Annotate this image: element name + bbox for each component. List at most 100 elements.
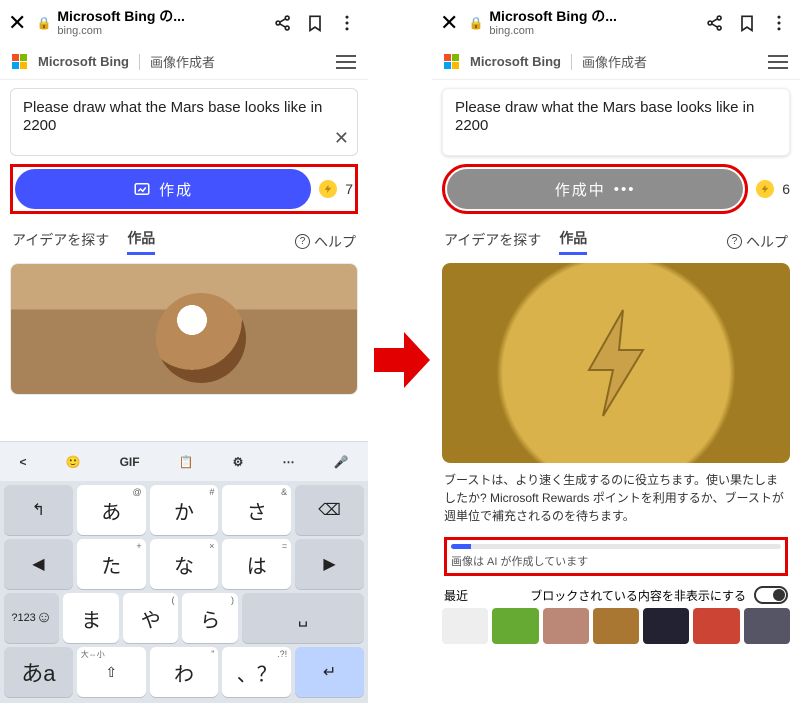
lock-icon: 🔒: [36, 16, 51, 30]
page-title: Microsoft Bing の...: [57, 9, 185, 24]
kb-tool-sticker-icon[interactable]: 🙂: [66, 455, 81, 469]
help-icon: ?: [295, 234, 310, 249]
brand-label: Microsoft Bing: [38, 54, 129, 69]
browser-chrome: ✕ 🔒 Microsoft Bing の... bing.com: [432, 0, 800, 44]
thumb[interactable]: [492, 608, 538, 644]
more-icon[interactable]: [768, 13, 790, 33]
tabs: アイデアを探す 作品 ? ヘルプ: [444, 228, 788, 255]
prompt-input[interactable]: Please draw what the Mars base looks lik…: [442, 88, 790, 156]
key[interactable]: ら): [182, 593, 237, 643]
thumb[interactable]: [442, 608, 488, 644]
bookmark-icon[interactable]: [736, 13, 758, 33]
progress-label: 画像は AI が作成しています: [451, 553, 781, 569]
address-bar[interactable]: 🔒 Microsoft Bing の... bing.com: [468, 9, 694, 36]
tab-explore[interactable]: アイデアを探す: [444, 230, 541, 254]
microsoft-logo-icon: [444, 54, 460, 70]
screenshot-after: ✕ 🔒 Microsoft Bing の... bing.com Microso…: [432, 0, 800, 703]
bing-header: Microsoft Bing 画像作成者: [0, 44, 368, 80]
page-domain: bing.com: [489, 25, 617, 37]
prompt-text: Please draw what the Mars base looks lik…: [23, 99, 322, 134]
help-label: ヘルプ: [746, 232, 788, 252]
thumb[interactable]: [543, 608, 589, 644]
product-label: 画像作成者: [582, 52, 647, 71]
thumb[interactable]: [744, 608, 790, 644]
create-label: 作成: [159, 179, 193, 200]
boost-count: 7: [345, 181, 353, 197]
key[interactable]: な×: [150, 539, 219, 589]
tab-explore[interactable]: アイデアを探す: [12, 230, 109, 254]
main-content: Please draw what the Mars base looks lik…: [0, 80, 368, 441]
loading-dots-icon: •••: [614, 181, 636, 198]
soft-keyboard: ↰あ@か#さ&⌫ ◀た+な×は=▶ ?123 ☺まや(ら)␣ あa⇧大⇔小わ"、？.?…: [0, 481, 368, 703]
recent-toggle-label: ブロックされている内容を非表示にする: [530, 587, 746, 604]
microsoft-logo-icon: [12, 54, 28, 70]
address-bar[interactable]: 🔒 Microsoft Bing の... bing.com: [36, 9, 262, 36]
kb-tool-settings-icon[interactable]: ⚙: [233, 455, 244, 469]
key[interactable]: ↰: [4, 485, 73, 535]
sample-image-card[interactable]: [10, 263, 358, 395]
key[interactable]: ま: [63, 593, 118, 643]
key[interactable]: ◀: [4, 539, 73, 589]
image-create-icon: [133, 180, 151, 198]
key[interactable]: か#: [150, 485, 219, 535]
thumb[interactable]: [693, 608, 739, 644]
prompt-input[interactable]: Please draw what the Mars base looks lik…: [10, 88, 358, 156]
key[interactable]: あa: [4, 647, 73, 697]
keyboard-toolbar: < 🙂 GIF 📋 ⚙ ⋯ 🎤: [0, 441, 368, 481]
key[interactable]: や(: [123, 593, 178, 643]
help-link[interactable]: ? ヘルプ: [727, 232, 788, 252]
lightning-bolt-icon: [581, 308, 651, 418]
key[interactable]: 、？.?!: [222, 647, 291, 697]
key[interactable]: ?123 ☺: [4, 593, 59, 643]
progress-block: 画像は AI が作成しています: [444, 537, 788, 576]
boost-coin-icon: [319, 180, 337, 198]
help-label: ヘルプ: [314, 232, 356, 252]
thumb[interactable]: [593, 608, 639, 644]
share-icon[interactable]: [272, 13, 294, 33]
key[interactable]: ⌫: [295, 485, 364, 535]
key[interactable]: ␣: [242, 593, 364, 643]
share-icon[interactable]: [704, 13, 726, 33]
key[interactable]: あ@: [77, 485, 146, 535]
product-label: 画像作成者: [150, 52, 215, 71]
creating-label: 作成中: [555, 179, 606, 200]
divider: [571, 54, 572, 70]
bookmark-icon[interactable]: [304, 13, 326, 33]
prompt-text: Please draw what the Mars base looks lik…: [455, 99, 754, 134]
key[interactable]: ⇧大⇔小: [77, 647, 146, 697]
tab-works[interactable]: 作品: [127, 228, 155, 255]
kb-tool-clipboard-icon[interactable]: 📋: [179, 455, 194, 469]
create-row: 作成 7: [10, 164, 358, 214]
hamburger-icon[interactable]: [768, 55, 788, 69]
recent-thumbnails: [442, 608, 790, 644]
close-tab-icon[interactable]: ✕: [440, 12, 458, 34]
key[interactable]: さ&: [222, 485, 291, 535]
bing-header: Microsoft Bing 画像作成者: [432, 44, 800, 80]
boost-promo-image: [442, 263, 790, 463]
kb-tool-mic-icon[interactable]: 🎤: [333, 455, 348, 469]
hide-blocked-toggle[interactable]: [754, 586, 788, 604]
key[interactable]: ▶: [295, 539, 364, 589]
kb-tool-collapse-icon[interactable]: <: [20, 455, 27, 469]
key[interactable]: た+: [77, 539, 146, 589]
page-domain: bing.com: [57, 25, 185, 37]
create-button[interactable]: 作成: [15, 169, 311, 209]
recent-row: 最近 ブロックされている内容を非表示にする: [444, 586, 788, 604]
boost-promo-card[interactable]: [442, 263, 790, 463]
key[interactable]: は=: [222, 539, 291, 589]
kb-tool-gif[interactable]: GIF: [120, 455, 140, 469]
help-link[interactable]: ? ヘルプ: [295, 232, 356, 252]
close-tab-icon[interactable]: ✕: [8, 12, 26, 34]
key[interactable]: ↵: [295, 647, 364, 697]
key[interactable]: わ": [150, 647, 219, 697]
help-icon: ?: [727, 234, 742, 249]
kb-tool-more-icon[interactable]: ⋯: [282, 455, 294, 469]
thumb[interactable]: [643, 608, 689, 644]
more-icon[interactable]: [336, 13, 358, 33]
tab-works[interactable]: 作品: [559, 228, 587, 255]
clear-icon[interactable]: ✕: [334, 128, 349, 149]
browser-chrome: ✕ 🔒 Microsoft Bing の... bing.com: [0, 0, 368, 44]
divider: [139, 54, 140, 70]
hamburger-icon[interactable]: [336, 55, 356, 69]
boost-count: 6: [782, 181, 790, 197]
